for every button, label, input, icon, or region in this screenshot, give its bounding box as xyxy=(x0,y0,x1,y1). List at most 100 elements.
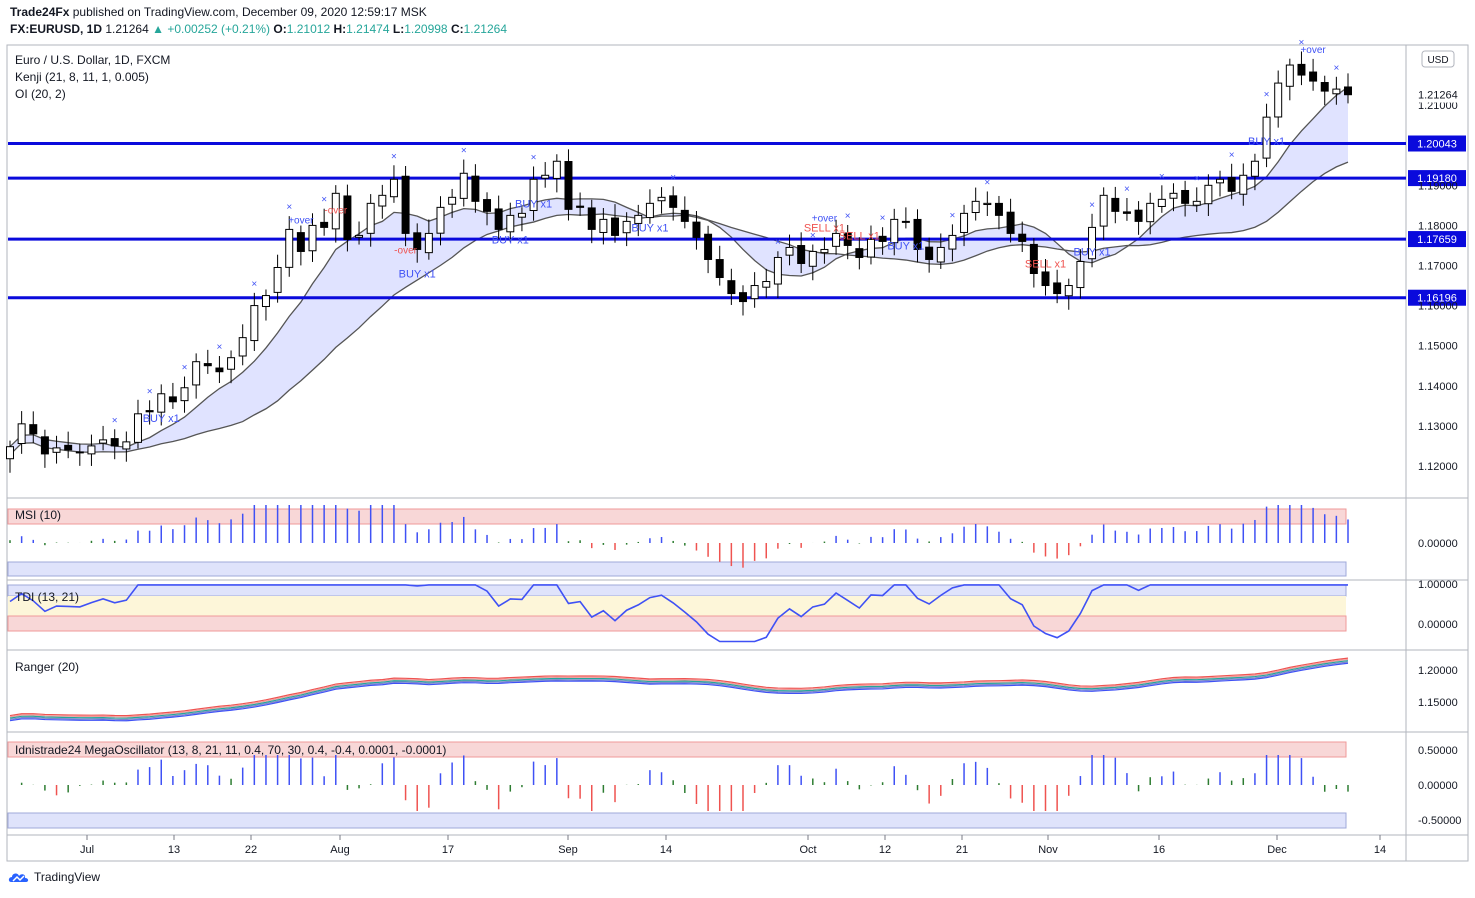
legend-kenji: Kenji (21, 8, 11, 1, 0.005) xyxy=(15,70,149,84)
candle-body xyxy=(1076,260,1085,289)
kenji-marker: × xyxy=(1159,171,1165,182)
kenji-marker: × xyxy=(182,363,188,374)
candle-body xyxy=(157,393,166,413)
time-tick-label: Nov xyxy=(1038,844,1058,856)
candle-body xyxy=(215,367,224,373)
kenji-marker: × xyxy=(1089,200,1095,211)
kenji-marker: × xyxy=(531,152,537,163)
kenji-marker: × xyxy=(391,151,397,162)
kenji-marker: × xyxy=(251,279,257,290)
candle-body xyxy=(192,361,201,386)
candle-body xyxy=(739,292,747,303)
candle-body xyxy=(168,396,177,403)
candle-body xyxy=(576,205,585,208)
candle-body xyxy=(1111,197,1120,212)
candle-body xyxy=(227,357,236,370)
candle-body xyxy=(366,202,375,234)
kenji-marker: × xyxy=(845,211,851,222)
over-label: +over xyxy=(1300,45,1326,56)
candle-body xyxy=(29,424,38,435)
candle-body xyxy=(99,439,108,444)
candle-body xyxy=(890,218,899,244)
price-tick-label: 1.19000 xyxy=(1418,180,1458,192)
msi-tick-label: 0.00000 xyxy=(1418,538,1458,550)
candle-body xyxy=(483,199,492,212)
over-label: -over xyxy=(394,245,417,256)
candle-body xyxy=(704,233,713,260)
candle-body xyxy=(52,447,61,453)
ranger-tick-low: 1.15000 xyxy=(1418,697,1458,709)
candle-body xyxy=(925,246,934,260)
tdi-tick-low: 0.00000 xyxy=(1418,619,1458,631)
price-tick-label: 1.17000 xyxy=(1418,260,1458,272)
candle-body xyxy=(87,445,96,455)
candle-body xyxy=(308,224,317,252)
candle-body xyxy=(494,208,503,230)
tradingview-logo[interactable]: TradingView xyxy=(8,870,100,884)
candle-body xyxy=(1122,211,1131,214)
candle-body xyxy=(948,234,957,250)
candle-body xyxy=(459,172,468,199)
time-tick-label: 21 xyxy=(956,844,968,856)
candle-body xyxy=(1216,178,1225,184)
candle-body xyxy=(1309,71,1318,82)
level-label: 1.20043 xyxy=(1417,138,1457,150)
candle-body xyxy=(1181,189,1190,204)
candle-body xyxy=(1157,198,1166,207)
buy-signal-label: BUY x1 xyxy=(492,234,529,246)
price-tick-label: 1.16000 xyxy=(1418,301,1458,313)
candle-body xyxy=(1239,174,1248,195)
ranger-line xyxy=(9,660,1349,719)
candle-body xyxy=(64,444,73,451)
kenji-marker: × xyxy=(984,177,990,188)
candle-body xyxy=(878,235,887,242)
kenji-marker: × xyxy=(1333,63,1339,74)
candle-body xyxy=(727,280,736,295)
candle-body xyxy=(75,451,84,454)
candle-body xyxy=(750,285,759,300)
candle-body xyxy=(1099,194,1108,227)
candle-body xyxy=(296,232,305,252)
kenji-marker: × xyxy=(670,172,676,183)
time-tick-label: 14 xyxy=(660,844,672,856)
kenji-marker: × xyxy=(1229,150,1235,161)
candle-body xyxy=(541,174,550,179)
candle-body xyxy=(285,228,294,268)
chart-canvas[interactable]: 1.200431.191801.176591.16196××××××××××××… xyxy=(0,0,1475,898)
candle-body xyxy=(250,305,259,342)
time-tick-label: 17 xyxy=(442,844,454,856)
candle-body xyxy=(599,218,608,233)
buy-signal-label: BUY x1 xyxy=(887,240,924,252)
price-tick-label: 1.18000 xyxy=(1418,220,1458,232)
candle-body xyxy=(133,413,142,443)
candle-body xyxy=(552,160,561,179)
chart-frame xyxy=(6,44,1469,862)
tdi-tick-high: 1.00000 xyxy=(1418,579,1458,591)
time-tick-label: 16 xyxy=(1153,844,1165,856)
kenji-marker: × xyxy=(286,202,292,213)
candle-body xyxy=(389,178,398,198)
candle-body xyxy=(622,220,631,234)
mega-lower-zone xyxy=(7,812,1347,829)
candle-body xyxy=(1320,82,1329,92)
legend-oi: OI (20, 2) xyxy=(15,87,66,101)
candle-body xyxy=(1006,211,1015,234)
kenji-marker: × xyxy=(147,386,153,397)
currency-label: USD xyxy=(1427,55,1448,66)
candle-body xyxy=(378,194,387,207)
candle-body xyxy=(1169,192,1178,199)
candle-body xyxy=(669,195,678,208)
ranger-tick-high: 1.20000 xyxy=(1418,665,1458,677)
candle-body xyxy=(645,202,654,219)
ranger-line xyxy=(9,658,1349,718)
sell-signal-label: SELL x1 xyxy=(839,230,880,242)
candle-body xyxy=(715,259,724,279)
legend-title: Euro / U.S. Dollar, 1D, FXCM xyxy=(15,53,170,67)
candle-body xyxy=(506,214,515,233)
candle-body xyxy=(1146,202,1155,223)
candle-body xyxy=(797,245,806,264)
candle-body xyxy=(1053,282,1062,295)
time-tick-label: Dec xyxy=(1267,844,1287,856)
candle-body xyxy=(587,207,596,230)
kenji-marker: × xyxy=(1124,184,1130,195)
